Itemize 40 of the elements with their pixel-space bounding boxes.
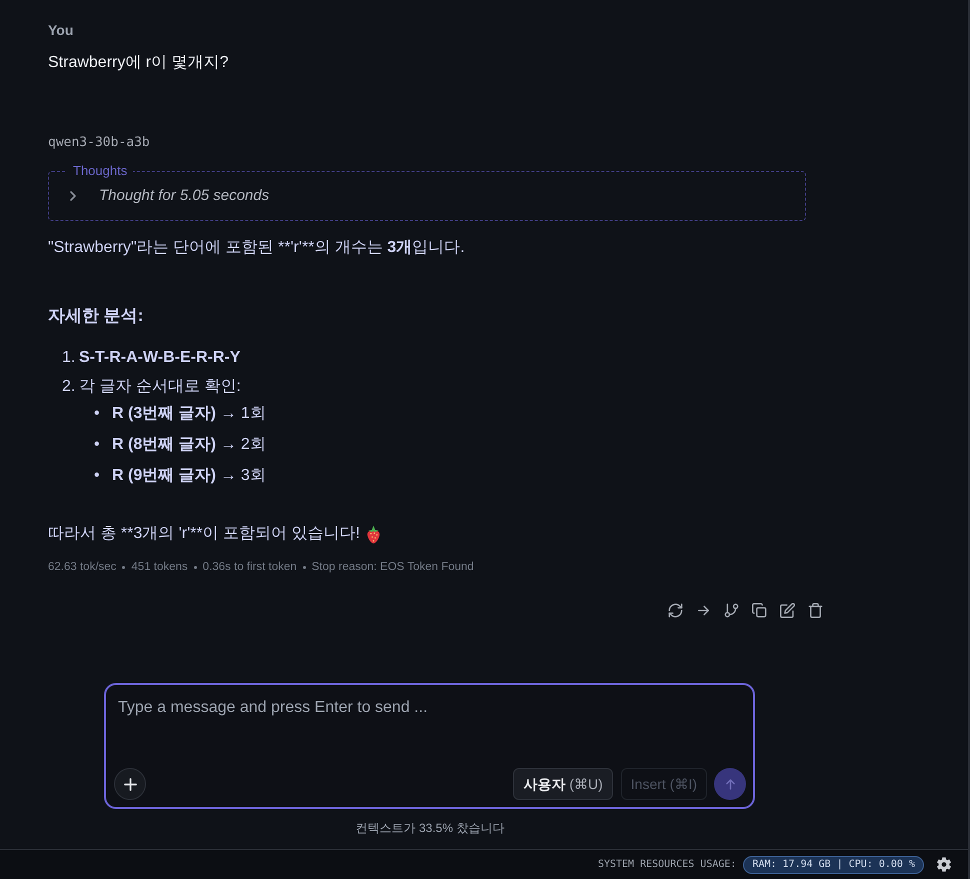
settings-icon — [937, 857, 951, 872]
branch-icon — [724, 602, 738, 618]
list-item-text: R (3번째 글자) → 1회 — [112, 404, 266, 424]
answer-text: 따라서 총 **3개의 'r'**이 포함되어 있습니다! — [48, 524, 360, 544]
list-marker: 1. — [62, 348, 76, 368]
section-heading: 자세한 분석: — [48, 305, 144, 327]
thoughts-toggle[interactable]: Thought for 5.05 seconds — [65, 185, 270, 207]
list-marker: • — [94, 404, 101, 424]
context-usage-text: 컨텍스트가 33.5% 찼습니다 — [354, 820, 506, 836]
role-button[interactable]: 사용자 (⌘U) — [513, 768, 613, 800]
answer-text: "Strawberry"라는 단어에 포함된 **'r'**의 개수는 3개입니다. — [48, 238, 465, 258]
generation-stat: 0.36s to first token — [202, 560, 297, 575]
thoughts-label: Thoughts — [72, 162, 128, 180]
arrow-right-icon — [696, 602, 710, 618]
message-text: Strawberry에 r이 몇개지? — [48, 53, 230, 73]
model-name: qwen3-30b-a3b — [48, 134, 151, 152]
list-item-text: S-T-R-A-W-B-E-R-R-Y — [79, 348, 240, 368]
message-input[interactable]: Type a message and press Enter to send ... — [106, 685, 753, 768]
edit-button[interactable] — [777, 600, 797, 620]
list-marker: 2. — [62, 377, 76, 397]
generation-stat: 62.63 tok/sec — [48, 560, 116, 575]
generation-stat: Stop reason: EOS Token Found — [312, 560, 474, 575]
copy-button[interactable] — [749, 600, 769, 620]
list-item-text: 각 글자 순서대로 확인: — [79, 377, 241, 397]
arrow-up-icon — [726, 778, 734, 790]
resource-usage-badge: RAM: 17.94 GB | CPU: 0.00 % — [743, 856, 924, 874]
list-marker: • — [94, 466, 101, 486]
author-name: You — [48, 21, 74, 40]
settings-button[interactable] — [936, 856, 952, 872]
list-marker: • — [94, 435, 101, 455]
edit-icon — [780, 602, 794, 618]
list-item-text: R (9번째 글자) → 3회 — [112, 466, 266, 486]
plus-icon — [124, 778, 136, 790]
status-label: SYSTEM RESOURCES USAGE: — [598, 858, 736, 872]
trash-icon — [808, 602, 822, 618]
list-item-text: R (8번째 글자) → 2회 — [112, 435, 266, 455]
copy-icon — [752, 602, 766, 618]
generation-stat: 451 tokens — [131, 560, 188, 575]
refresh-icon — [668, 602, 682, 618]
add-button[interactable] — [114, 768, 146, 800]
